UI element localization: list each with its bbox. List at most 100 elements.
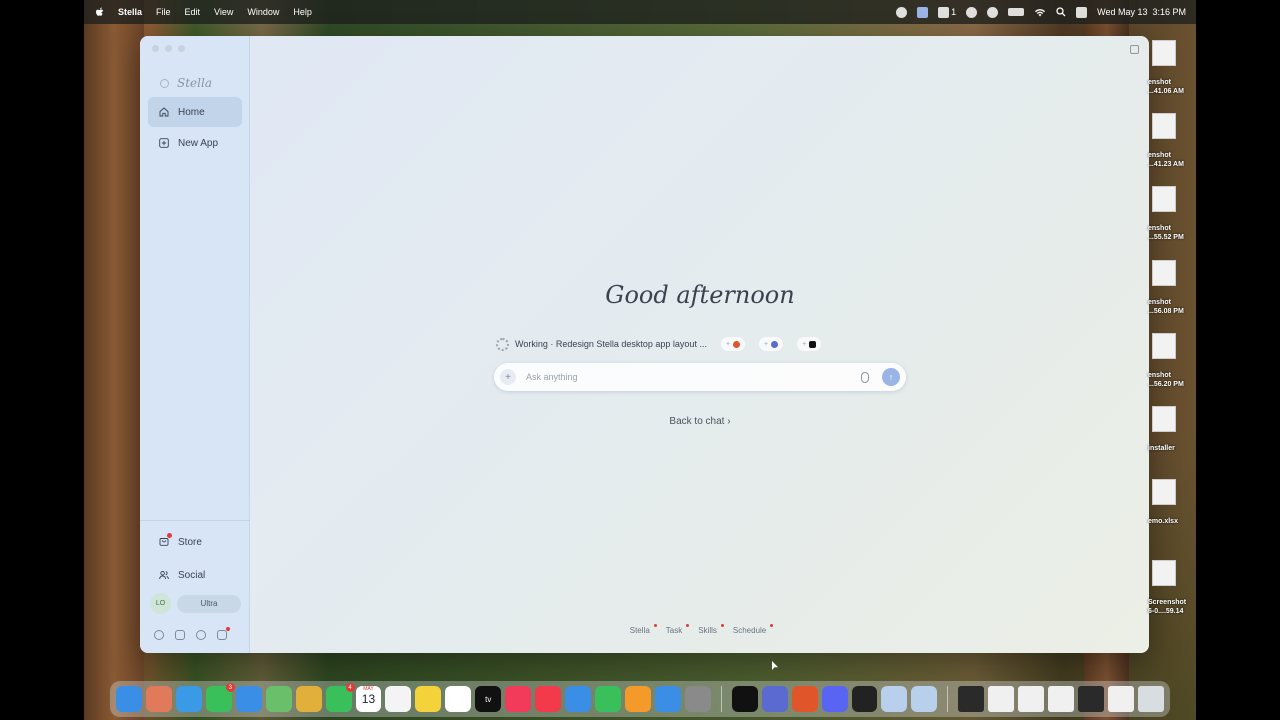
task-chip-brave[interactable]: + <box>720 337 746 351</box>
tv-icon[interactable]: tv <box>475 686 502 712</box>
sidebar-item-label: Store <box>178 536 202 548</box>
clipboard-icon <box>938 6 950 18</box>
recent-window-1[interactable] <box>958 686 985 712</box>
back-to-chat-link[interactable]: Back to chat › <box>140 416 1149 427</box>
menu-edit[interactable]: Edit <box>185 7 201 17</box>
sidebar-item-home[interactable]: Home <box>148 97 242 127</box>
finder-icon[interactable] <box>116 686 142 712</box>
mouse-cursor <box>772 661 778 670</box>
stella-preview-icon-2[interactable] <box>911 686 938 712</box>
desktop-file[interactable]: enshot ...56.20 PM <box>1146 331 1196 401</box>
launchpad-icon[interactable] <box>145 686 172 712</box>
desktop-file[interactable]: enshot ...55.52 PM <box>1146 184 1196 254</box>
sidebar-item-store[interactable]: Store <box>148 527 242 557</box>
maps-icon[interactable] <box>265 686 292 712</box>
notes-icon[interactable] <box>415 686 442 712</box>
keynote-icon[interactable] <box>565 686 591 712</box>
menu-window[interactable]: Window <box>247 7 279 17</box>
tab-schedule[interactable]: Schedule <box>733 624 774 635</box>
tab-task[interactable]: Task <box>666 624 690 635</box>
desktop-file[interactable]: emo.xlsx <box>1146 477 1196 547</box>
stella-icon[interactable] <box>761 686 788 712</box>
battery-icon[interactable] <box>1008 8 1025 16</box>
avatar[interactable]: LO <box>150 593 171 614</box>
menu-datetime[interactable]: Wed May 13 3:16 PM <box>1097 7 1186 17</box>
sidebar-item-social[interactable]: Social <box>148 560 242 590</box>
task-chip-terminal[interactable]: + <box>797 337 822 351</box>
attach-button[interactable]: + <box>500 369 516 385</box>
dock-badge: 4 <box>345 683 355 692</box>
ask-input[interactable] <box>526 372 861 382</box>
panel-toggle-icon[interactable] <box>1130 45 1139 54</box>
app-store-icon[interactable] <box>654 686 681 712</box>
tab-stella[interactable]: Stella <box>629 624 657 635</box>
desktop-file[interactable]: enshot ...56.08 PM <box>1146 258 1196 328</box>
menu-app-name[interactable]: Stella <box>118 7 142 17</box>
file-thumbnail-icon <box>1152 186 1176 212</box>
window-controls <box>152 45 185 52</box>
numbers-icon[interactable] <box>595 686 621 712</box>
photos-icon[interactable] <box>295 686 322 712</box>
search-icon[interactable] <box>1056 7 1066 17</box>
dot-icon[interactable] <box>966 6 978 18</box>
menu-view[interactable]: View <box>214 7 233 17</box>
stella-preview-icon[interactable] <box>881 686 908 712</box>
facetime-icon[interactable]: 4 <box>325 683 355 712</box>
task-chip-stella[interactable]: + <box>759 337 784 351</box>
system-settings-icon[interactable] <box>684 686 711 712</box>
reminders-icon[interactable] <box>385 686 412 712</box>
dock-badge: 3 <box>225 683 235 692</box>
tab-skills[interactable]: Skills <box>698 624 724 635</box>
clipboard-status[interactable]: 1 <box>938 6 956 18</box>
zoom-button[interactable] <box>178 45 185 52</box>
control-center-icon[interactable] <box>1076 6 1088 18</box>
calendar-icon[interactable]: MAY 13 <box>355 686 382 712</box>
file-label: emo.xlsx <box>1148 517 1196 526</box>
cursor-icon[interactable] <box>851 686 878 712</box>
desktop-file[interactable]: installer <box>1146 404 1196 474</box>
file-label-line: ...55.52 PM <box>1148 234 1184 241</box>
tab-label: Stella <box>629 626 650 635</box>
recent-window-2[interactable] <box>988 686 1015 712</box>
recent-window-5[interactable] <box>1078 686 1104 712</box>
active-task[interactable]: Working · Redesign Stella desktop app la… <box>496 337 822 351</box>
terminal-icon[interactable] <box>731 686 758 712</box>
music-icon[interactable] <box>505 686 532 712</box>
file-label: installer <box>1148 444 1196 453</box>
close-button[interactable] <box>152 45 159 52</box>
trash-icon[interactable] <box>1137 686 1164 712</box>
play-icon[interactable] <box>987 6 999 18</box>
file-label-line: Screenshot <box>1148 599 1187 606</box>
plan-badge[interactable]: Ultra <box>177 594 241 613</box>
recent-window-3[interactable] <box>1018 686 1045 712</box>
apple-icon[interactable] <box>94 6 106 18</box>
file-label: enshot ...56.20 PM <box>1148 371 1196 389</box>
mic-icon[interactable] <box>861 371 869 383</box>
finder-icon[interactable] <box>917 6 929 18</box>
recent-window-4[interactable] <box>1048 686 1075 712</box>
wifi-icon[interactable] <box>1034 7 1046 17</box>
pages-icon[interactable] <box>624 686 651 712</box>
brave-icon <box>733 340 741 348</box>
sidebar-item-new-app[interactable]: New App <box>148 128 242 158</box>
desktop-file[interactable]: Screenshot 6-0....59.14 <box>1146 558 1196 628</box>
minimize-button[interactable] <box>165 45 172 52</box>
file-thumbnail-icon <box>1152 406 1176 432</box>
safari-icon[interactable] <box>175 686 202 712</box>
file-thumbnail-icon <box>1152 260 1176 286</box>
tv-label: tv <box>485 694 492 704</box>
news-icon[interactable] <box>535 686 562 712</box>
send-button[interactable]: ↑ <box>882 368 900 386</box>
record-icon[interactable] <box>896 6 908 18</box>
brave-icon[interactable] <box>791 686 818 712</box>
recent-window-6[interactable] <box>1108 686 1134 712</box>
menu-help[interactable]: Help <box>293 7 312 17</box>
desktop-file[interactable]: enshot ...41.23 AM <box>1146 111 1196 181</box>
menu-file[interactable]: File <box>156 7 171 17</box>
messages-icon[interactable]: 3 <box>205 683 235 712</box>
desktop-file[interactable]: enshot ...41.06 AM <box>1146 38 1196 108</box>
freeform-icon[interactable] <box>445 686 472 712</box>
discord-icon[interactable] <box>821 686 848 712</box>
sidebar: Stella Home New App Store Social LO Ultr… <box>140 36 250 653</box>
mail-icon[interactable] <box>235 686 262 712</box>
